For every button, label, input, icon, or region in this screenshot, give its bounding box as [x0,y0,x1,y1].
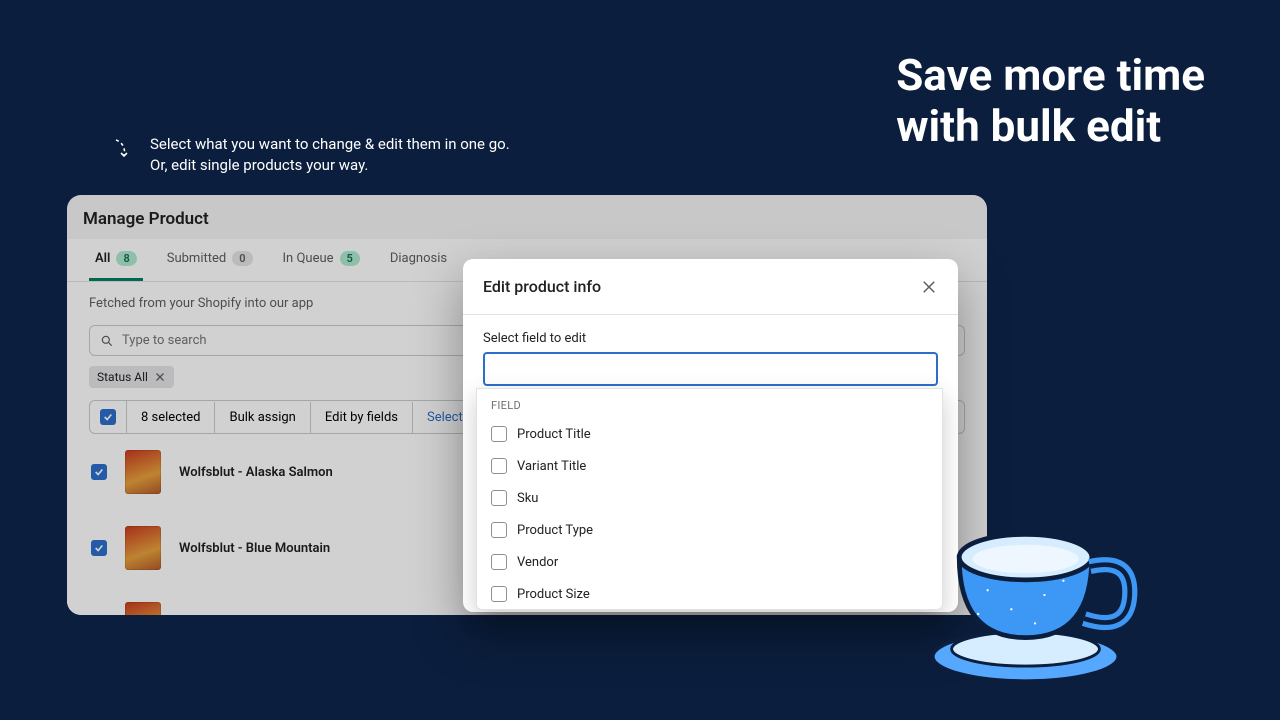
tab-submitted[interactable]: Submitted 0 [161,239,259,281]
option-product-title[interactable]: Product Title [477,418,942,450]
tab-in-queue[interactable]: In Queue 5 [277,239,366,281]
tab-label: All [95,251,110,266]
checkbox-icon [491,426,507,442]
product-thumbnail [125,602,161,615]
hero-line-2: with bulk edit [896,101,1205,152]
option-vendor[interactable]: Vendor [477,546,942,578]
tab-count-badge: 5 [340,251,360,266]
row-checkbox[interactable] [91,540,107,556]
hero-title: Save more time with bulk edit [896,50,1205,151]
close-icon[interactable] [154,371,166,383]
row-checkbox[interactable] [91,464,107,480]
caption-line-2: Or, edit single products your way. [150,155,510,176]
option-product-size[interactable]: Product Size [477,578,942,609]
checkbox-icon [491,554,507,570]
checkbox-icon [491,586,507,602]
product-name: Wolfsblut - Blue Mountain [179,541,330,556]
product-thumbnail [125,450,161,494]
close-icon[interactable] [920,278,938,296]
search-icon [100,334,114,348]
tab-all[interactable]: All 8 [89,239,143,281]
checkbox-icon [491,522,507,538]
filter-chip[interactable]: Status All [89,366,174,388]
tab-count-badge: 8 [116,251,136,266]
caption-line-1: Select what you want to change & edit th… [150,134,510,155]
option-product-type[interactable]: Product Type [477,514,942,546]
product-name: Wolfsblut - Alaska Salmon [179,465,333,480]
option-sku[interactable]: Sku [477,482,942,514]
tab-diagnosis[interactable]: Diagnosis [384,239,453,281]
bulk-assign-button[interactable]: Bulk assign [215,402,310,433]
field-select-input[interactable] [483,352,938,386]
product-thumbnail [125,526,161,570]
selected-count: 8 selected [127,402,215,433]
edit-by-fields-button[interactable]: Edit by fields [311,402,413,433]
arrow-icon [112,136,136,160]
field-dropdown: FIELD Product Title Variant Title Sku Pr… [476,388,943,610]
dropdown-group-label: FIELD [477,389,942,418]
modal-title: Edit product info [483,277,601,296]
select-all-checkbox-cell[interactable] [90,401,127,433]
tab-label: Diagnosis [390,251,447,266]
option-variant-title[interactable]: Variant Title [477,450,942,482]
filter-chip-label: Status All [97,370,148,384]
teacup-illustration [920,505,1150,685]
checkbox-icon[interactable] [100,409,116,425]
tab-label: In Queue [283,251,334,266]
field-label: Select field to edit [483,331,938,346]
checkbox-icon [491,490,507,506]
tab-count-badge: 0 [232,251,252,266]
checkbox-icon [491,458,507,474]
page-title: Manage Product [67,195,987,239]
hero-line-1: Save more time [896,50,1205,101]
caption: Select what you want to change & edit th… [112,134,510,176]
tab-label: Submitted [167,251,226,266]
